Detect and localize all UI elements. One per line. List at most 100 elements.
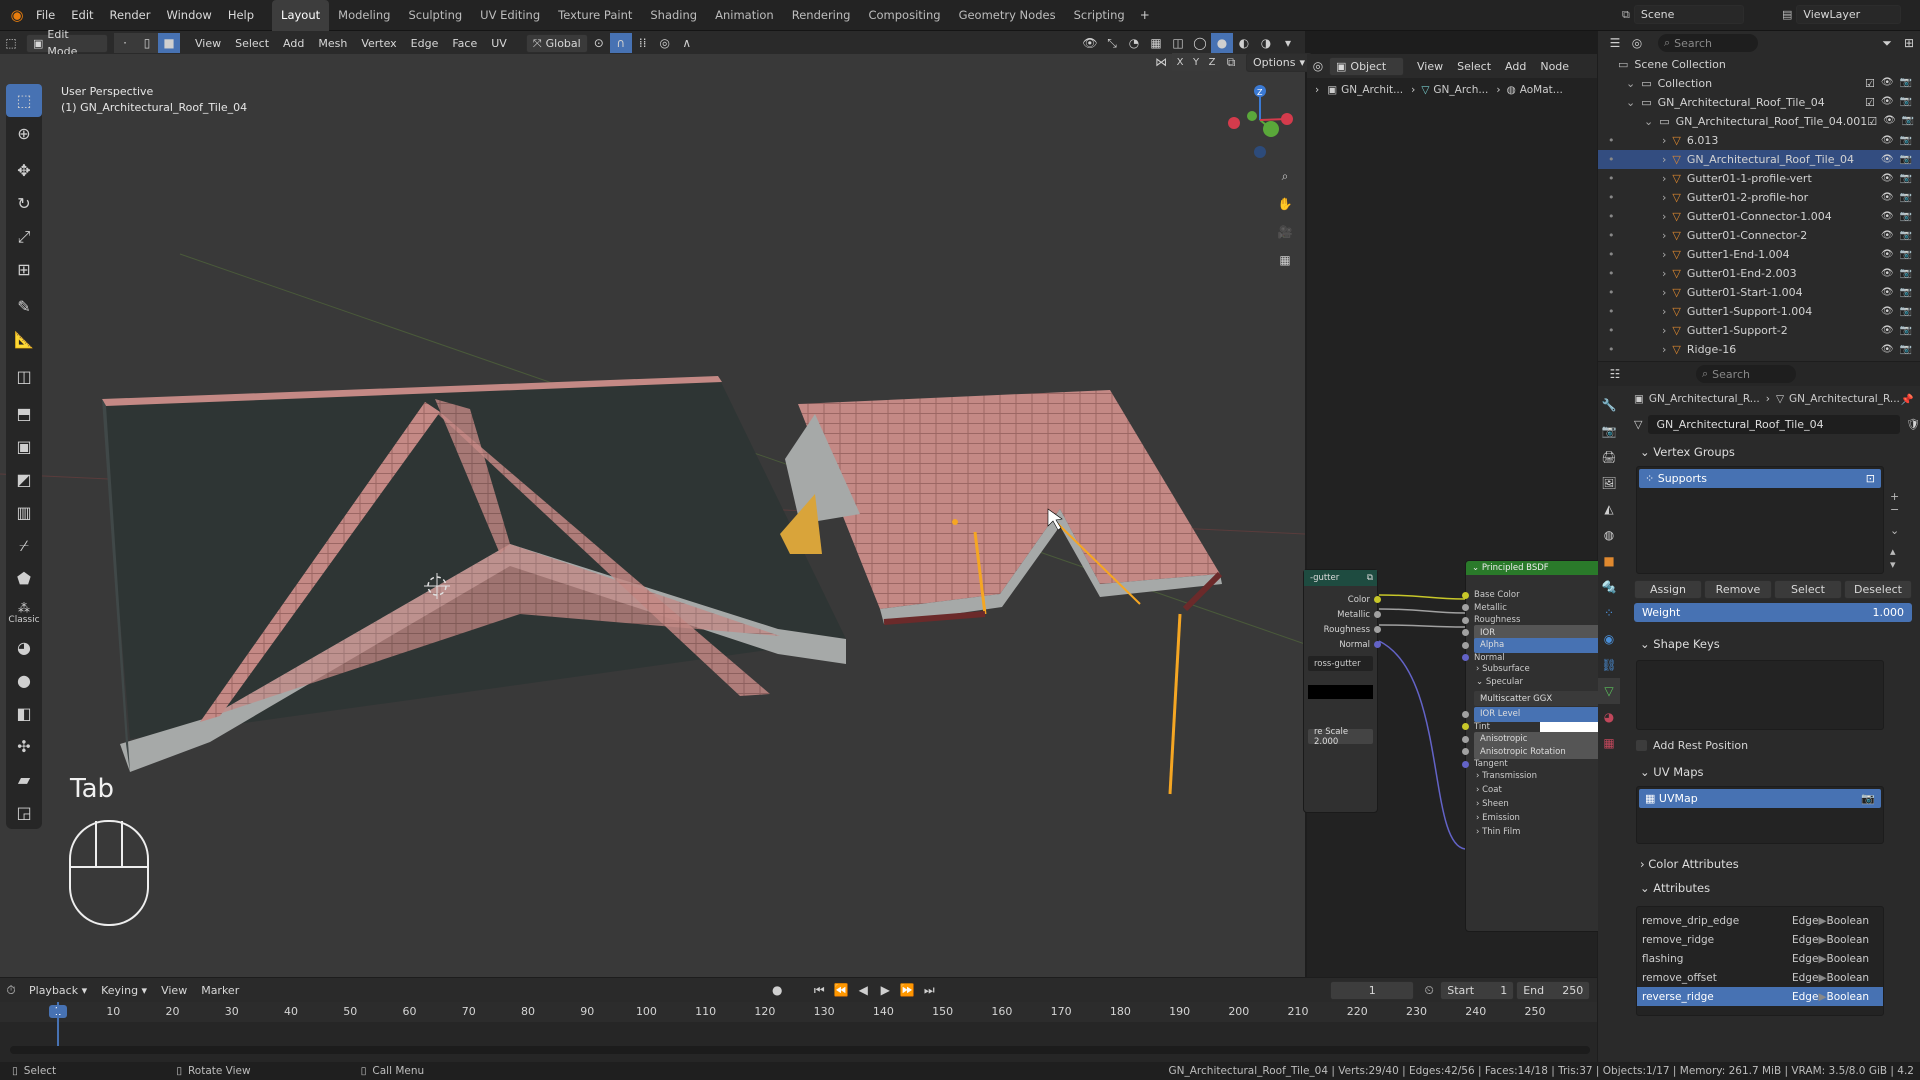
- viewport-scene[interactable]: Z: [0, 54, 1305, 977]
- start-frame-field[interactable]: Start 1: [1440, 980, 1515, 1000]
- select-box-tool-icon[interactable]: ⬚: [6, 84, 42, 117]
- outliner-item[interactable]: • › ▽ Gutter1-End-1.004 👁 📷: [1598, 245, 1920, 264]
- auto-merge-icon[interactable]: ⧉: [1220, 52, 1242, 72]
- face-select-icon[interactable]: ■: [158, 33, 180, 53]
- visibility-eye-icon[interactable]: 👁: [1883, 115, 1896, 128]
- render-camera-icon[interactable]: 📷: [1900, 96, 1912, 109]
- expand-icon[interactable]: ›: [1662, 324, 1666, 337]
- left-roof-mesh[interactable]: [102, 376, 846, 772]
- pivot-icon[interactable]: ⊙: [588, 33, 610, 53]
- input-socket-icon[interactable]: [1462, 604, 1469, 612]
- visibility-eye-icon[interactable]: 👁: [1881, 287, 1894, 298]
- bsdf-subpanel[interactable]: ⌄ Specular: [1474, 677, 1600, 690]
- rip-tool-icon[interactable]: ◲: [6, 796, 42, 829]
- principled-bsdf-node[interactable]: ⌄ Principled BSDF Base Color Metallic Roug…: [1462, 560, 1605, 932]
- expand-icon[interactable]: ›: [1662, 210, 1666, 223]
- material-tab-icon[interactable]: ◕: [1598, 704, 1620, 730]
- output-socket-icon[interactable]: [1374, 641, 1381, 648]
- shading-options-icon[interactable]: ▾: [1277, 33, 1299, 53]
- smooth-tool-icon[interactable]: ●: [6, 664, 42, 697]
- pin-icon[interactable]: 📌: [1901, 393, 1914, 406]
- workspace-tab-sculpting[interactable]: Sculpting: [399, 0, 471, 31]
- shear-tool-icon[interactable]: ▰: [6, 763, 42, 796]
- workspace-tab-rendering[interactable]: Rendering: [783, 0, 860, 31]
- collapse-icon[interactable]: ⌄: [1472, 563, 1479, 573]
- object-tab-icon[interactable]: ■: [1598, 548, 1620, 574]
- menu-window[interactable]: Window: [158, 0, 219, 31]
- mirror-icon[interactable]: ⋈: [1150, 52, 1172, 72]
- vg-assign-button[interactable]: Assign: [1634, 580, 1702, 599]
- annotate-tool-icon[interactable]: ✎: [6, 290, 42, 323]
- mode-dropdown[interactable]: ▣ Edit Mode: [26, 28, 108, 58]
- input-socket-icon[interactable]: [1462, 735, 1469, 743]
- navigation-gizmo[interactable]: Z: [1228, 85, 1293, 158]
- input-socket-icon[interactable]: [1462, 760, 1469, 768]
- weight-slider[interactable]: Weight 1.000: [1634, 603, 1912, 622]
- editor-type-icon[interactable]: ⬚: [0, 33, 22, 53]
- outliner-item[interactable]: • › ▽ Gutter01-End-2.003 👁 📷: [1598, 264, 1920, 283]
- extrude-tool-icon[interactable]: ⬒: [6, 397, 42, 430]
- bsdf-field[interactable]: IOR Level: [1474, 706, 1600, 722]
- expand-icon[interactable]: ›: [1662, 248, 1666, 261]
- snap-target-icon[interactable]: ⁞⁞: [632, 33, 654, 53]
- color-attributes-panel[interactable]: › Color Attributes: [1630, 852, 1920, 876]
- jump-end-icon[interactable]: ⏭: [918, 980, 940, 1000]
- viewlayer-selector[interactable]: ▤ ViewLayer: [1782, 5, 1902, 24]
- attribute-item[interactable]: remove_ridge Edge ▶ Boolean: [1637, 930, 1883, 949]
- bsdf-field[interactable]: Anisotropic Rotation: [1474, 744, 1600, 760]
- outliner-item[interactable]: • › ▽ Gutter1-Support-2 👁 📷: [1598, 321, 1920, 340]
- output-socket-icon[interactable]: [1374, 626, 1381, 633]
- move-down-icon[interactable]: ▾: [1890, 558, 1910, 571]
- expand-icon[interactable]: ›: [1662, 229, 1666, 242]
- bsdf-section[interactable]: › Sheen: [1474, 799, 1600, 813]
- node-group-icon[interactable]: ⧉: [1367, 573, 1373, 583]
- ortho-grid-icon[interactable]: ▦: [1274, 246, 1296, 274]
- data-tab-icon[interactable]: ▽: [1598, 678, 1620, 704]
- vertex-select-icon[interactable]: ⋅: [114, 33, 136, 53]
- attribute-item[interactable]: remove_offset Edge ▶ Boolean: [1637, 968, 1883, 987]
- visibility-eye-icon[interactable]: 👁: [1881, 249, 1894, 260]
- inset-tool-icon[interactable]: ▣: [6, 430, 42, 463]
- add-workspace-icon[interactable]: +: [1134, 5, 1156, 25]
- render-camera-icon[interactable]: 📷: [1900, 325, 1912, 336]
- render-camera-icon[interactable]: 📷: [1900, 192, 1912, 203]
- edge-select-icon[interactable]: ▯: [136, 33, 158, 53]
- axis-y-toggle[interactable]: Y: [1188, 53, 1204, 71]
- output-tab-icon[interactable]: 🖨: [1598, 444, 1620, 470]
- tool-tab-icon[interactable]: 🔧: [1598, 392, 1620, 418]
- add-rest-checkbox[interactable]: [1636, 739, 1647, 751]
- zoom-icon[interactable]: ⌕: [1274, 162, 1296, 190]
- move-up-icon[interactable]: ▴: [1890, 545, 1910, 558]
- output-socket-icon[interactable]: [1374, 611, 1381, 618]
- timeline-menu-playback[interactable]: Playback ▾: [22, 984, 94, 997]
- add-cube-tool-icon[interactable]: ◫: [6, 360, 42, 393]
- next-key-icon[interactable]: ⏩: [896, 980, 918, 1000]
- render-camera-icon[interactable]: 📷: [1861, 792, 1875, 805]
- input-socket-icon[interactable]: [1462, 654, 1469, 662]
- visibility-eye-icon[interactable]: 👁: [1881, 96, 1894, 109]
- uv-map-list[interactable]: ▦ UVMap 📷: [1636, 786, 1884, 844]
- viewport-menu-select[interactable]: Select: [228, 37, 276, 50]
- rotate-tool-icon[interactable]: ↻: [6, 187, 42, 220]
- exclude-checkbox-icon[interactable]: ☑: [1867, 115, 1877, 128]
- timeline-menu-keying[interactable]: Keying ▾: [94, 984, 154, 997]
- vertex-groups-panel[interactable]: ⌄ Vertex Groups: [1630, 440, 1920, 464]
- jump-start-icon[interactable]: ⏮: [808, 980, 830, 1000]
- render-camera-icon[interactable]: 📷: [1900, 344, 1912, 355]
- texture-tab-icon[interactable]: ▦: [1598, 730, 1620, 756]
- scale-tool-icon[interactable]: ⤢: [6, 220, 42, 253]
- render-camera-icon[interactable]: 📷: [1900, 135, 1912, 146]
- shader-node-editor[interactable]: ◎ ▣ Object View Select Add Node › ▣ GN_Archit…: [1303, 54, 1605, 977]
- timeline-menu-view[interactable]: View: [154, 984, 194, 997]
- partial-node-field[interactable]: ross-gutter: [1308, 656, 1373, 671]
- 3d-viewport[interactable]: Z User Perspective (1) GN_Architectural_…: [0, 52, 1312, 977]
- bsdf-section[interactable]: › Transmission: [1474, 771, 1600, 785]
- outliner-item[interactable]: • › ▽ GN_Architectural_Roof_Tile_04 👁 📷: [1598, 150, 1920, 169]
- render-camera-icon[interactable]: 📷: [1900, 249, 1912, 260]
- expand-icon[interactable]: ›: [1662, 305, 1666, 318]
- vg-select-button[interactable]: Select: [1774, 580, 1842, 599]
- timeline-scrollbar[interactable]: [10, 1046, 1590, 1054]
- vertex-group-list[interactable]: ⁘ Supports ⊡: [1636, 466, 1884, 574]
- filter-icon[interactable]: ⏷: [1876, 33, 1898, 53]
- spin-tool-icon[interactable]: ◕: [6, 631, 42, 664]
